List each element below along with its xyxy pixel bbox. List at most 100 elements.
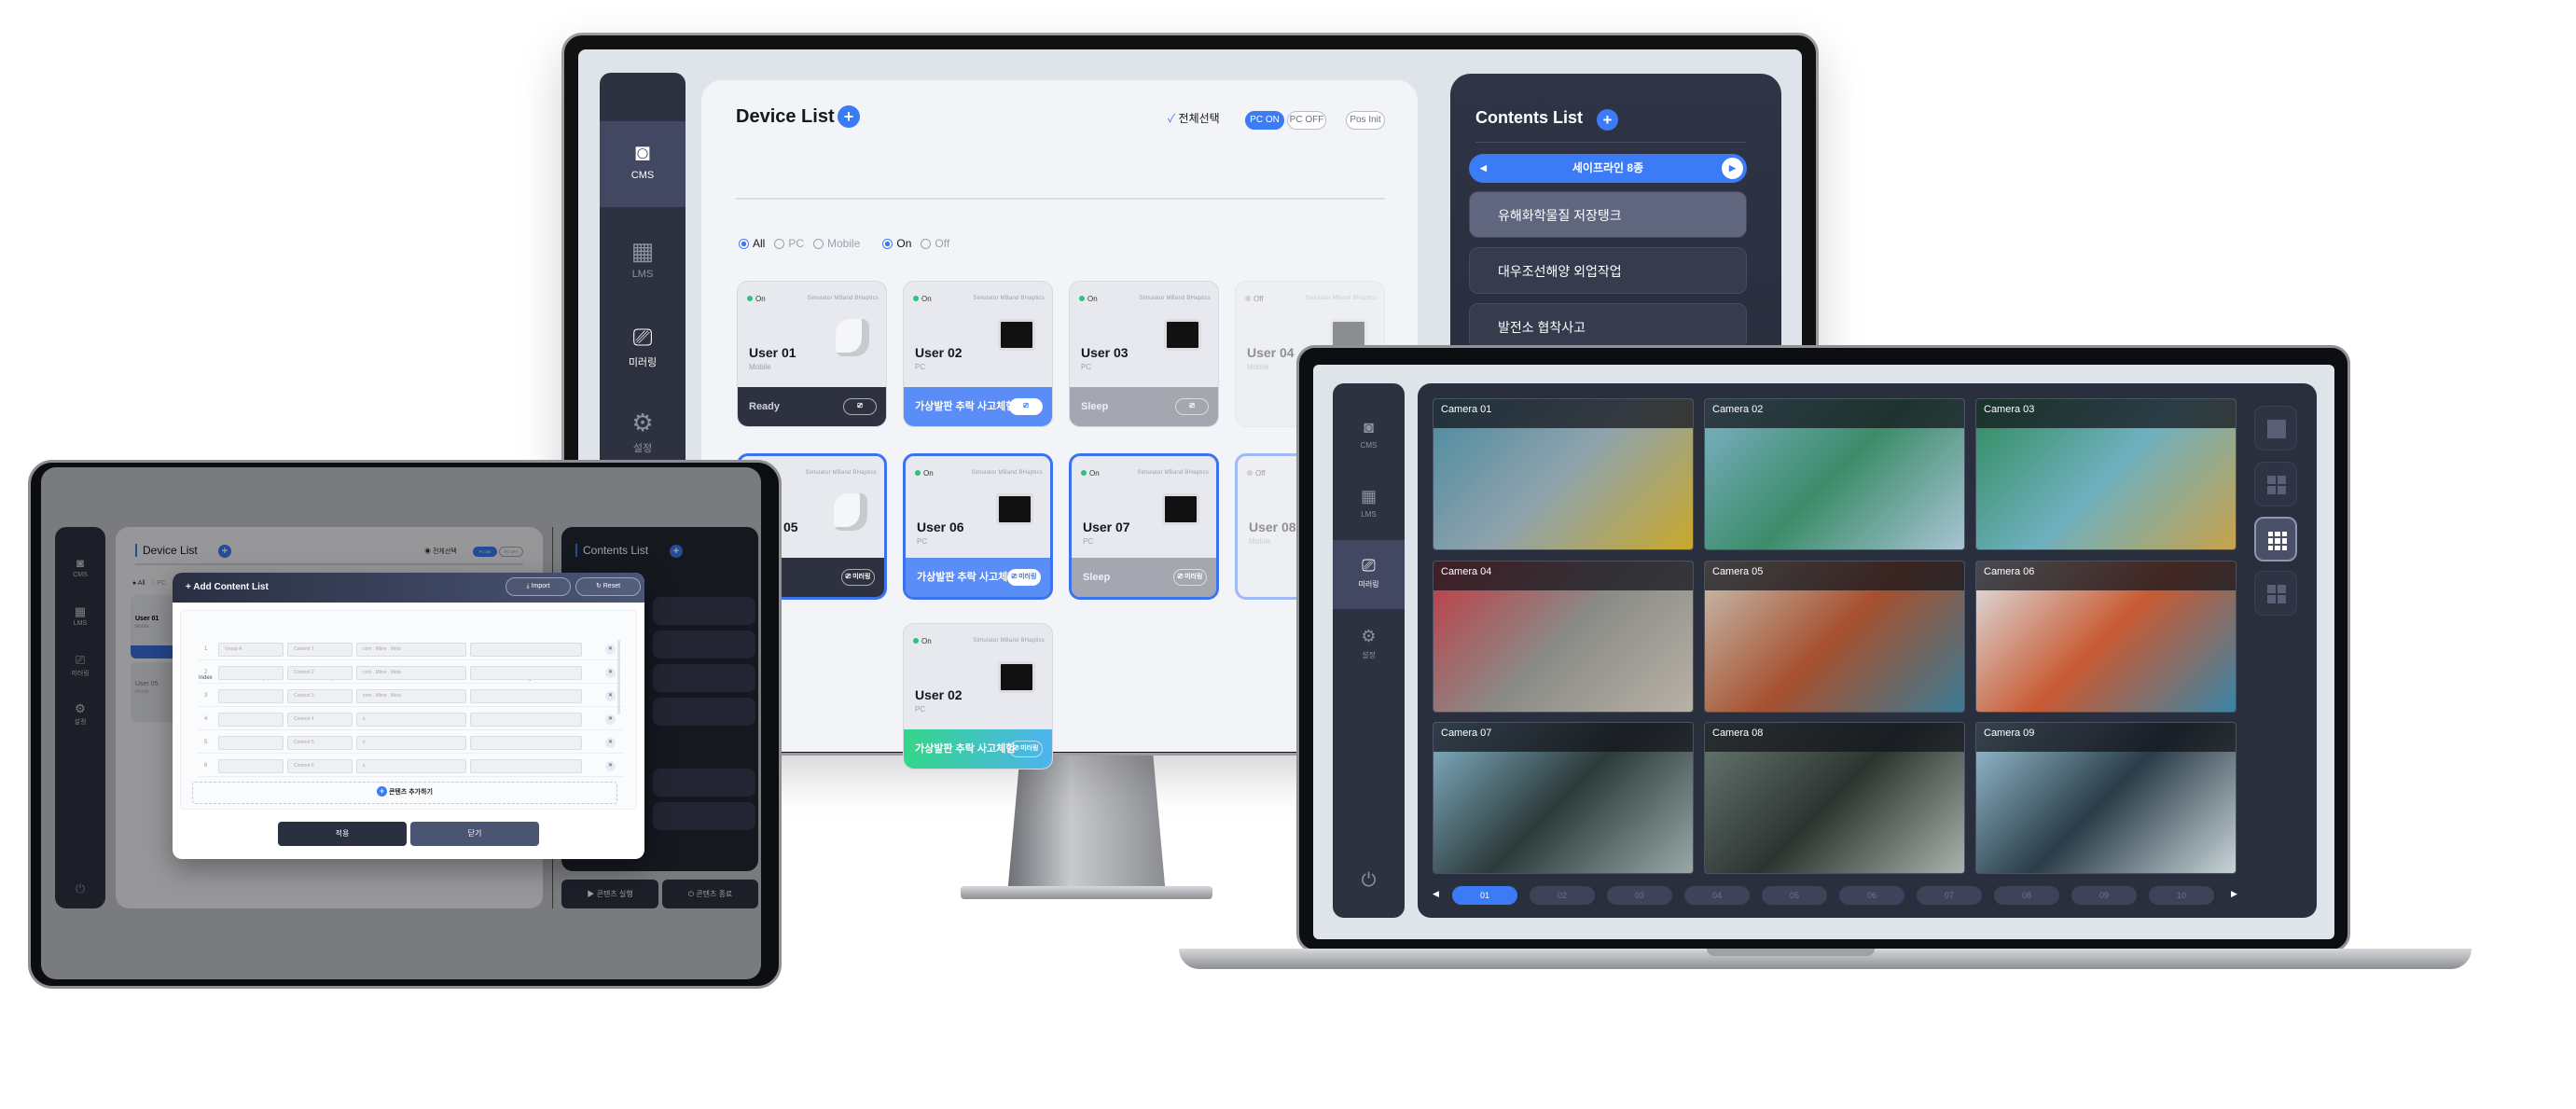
filter-on-radio[interactable]: On: [882, 237, 911, 250]
main-group-input[interactable]: [218, 713, 284, 727]
sub-group-input[interactable]: Content 6: [287, 759, 353, 773]
device-card[interactable]: On Simulator MBand BHaptics User 02 PC 가상발판 …: [903, 623, 1053, 769]
page-button[interactable]: 03: [1607, 886, 1672, 905]
remove-row-button[interactable]: ✕: [605, 645, 616, 655]
sidebar-item-lms[interactable]: ▦ LMS: [55, 605, 105, 627]
path-input[interactable]: [470, 759, 582, 773]
layout-3x3-button[interactable]: [2254, 517, 2297, 561]
sidebar-item-lms[interactable]: ▦ LMS: [1333, 488, 1405, 519]
pc-on-button[interactable]: PC ON: [473, 547, 497, 557]
select-all-checkbox[interactable]: ◉ 전체선택: [424, 547, 457, 556]
sidebar-item-mirroring[interactable]: ⎚ 미러링: [1333, 540, 1405, 609]
sidebar-item-settings[interactable]: ⚙ 설정: [1333, 628, 1405, 660]
remove-row-button[interactable]: ✕: [605, 691, 616, 701]
mirroring-toggle[interactable]: ⎚: [1009, 398, 1043, 415]
sidebar-item-mirroring[interactable]: ⎚ 미러링: [55, 654, 105, 678]
next-page-button[interactable]: ▶: [2231, 889, 2237, 899]
pc-on-button[interactable]: PC ON: [1245, 111, 1284, 130]
camera-feed[interactable]: Camera 05: [1704, 561, 1965, 713]
content-group[interactable]: [653, 698, 755, 726]
filter-all-radio[interactable]: ● All: [132, 580, 145, 587]
sub-group-input[interactable]: Content 4: [287, 713, 353, 727]
camera-feed[interactable]: Camera 03: [1975, 398, 2237, 550]
import-button[interactable]: ⤓ Import: [506, 577, 571, 596]
content-item[interactable]: 발전소 협착사고: [1469, 303, 1747, 350]
main-group-input[interactable]: [218, 689, 284, 703]
page-button[interactable]: 09: [2071, 886, 2137, 905]
page-button[interactable]: 10: [2149, 886, 2214, 905]
page-button[interactable]: 01: [1452, 886, 1517, 905]
pc-off-button[interactable]: PC OFF: [499, 547, 523, 557]
mirroring-toggle[interactable]: ⎚ 미러링: [1007, 569, 1041, 586]
add-device-button[interactable]: +: [218, 545, 231, 558]
device-card[interactable]: On Simulator MBand BHaptics User 02 PC 가상발판 …: [903, 281, 1053, 427]
main-group-input[interactable]: [218, 736, 284, 750]
page-button[interactable]: 07: [1917, 886, 1982, 905]
content-item[interactable]: [653, 664, 755, 692]
sidebar-item-settings[interactable]: ⚙ 설정: [600, 403, 686, 455]
camera-feed[interactable]: Camera 09: [1975, 722, 2237, 874]
reset-button[interactable]: ↻ Reset: [575, 577, 641, 596]
next-category-icon[interactable]: ▶: [1722, 158, 1743, 179]
power-button[interactable]: ⏻: [55, 881, 105, 896]
remove-row-button[interactable]: ✕: [605, 668, 616, 678]
mirroring-toggle[interactable]: ⎚: [843, 398, 877, 415]
page-button[interactable]: 05: [1762, 886, 1827, 905]
device-card[interactable]: On Simulator MBand BHaptics User 06 PC 가상발판 …: [903, 453, 1053, 600]
camera-feed[interactable]: Camera 04: [1433, 561, 1694, 713]
layout-custom-button[interactable]: [2254, 571, 2297, 616]
page-button[interactable]: 04: [1684, 886, 1750, 905]
layout-2x2-button[interactable]: [2254, 462, 2297, 506]
mirroring-toggle[interactable]: ⎚: [1175, 398, 1209, 415]
content-group[interactable]: [653, 802, 755, 830]
name-input[interactable]: s: [356, 736, 466, 750]
add-content-button[interactable]: +: [670, 545, 683, 558]
camera-feed[interactable]: Camera 08: [1704, 722, 1965, 874]
prev-page-button[interactable]: ◀: [1433, 889, 1439, 899]
filter-all-radio[interactable]: All: [739, 237, 765, 250]
prev-category-icon[interactable]: ◀: [1480, 154, 1487, 183]
device-card[interactable]: On Simulator MBand BHaptics User 07 PC Sleep…: [1069, 453, 1219, 600]
content-group[interactable]: [653, 769, 755, 797]
sub-group-input[interactable]: Content 2: [287, 666, 353, 680]
camera-feed[interactable]: Camera 01: [1433, 398, 1694, 550]
remove-row-button[interactable]: ✕: [605, 738, 616, 748]
main-group-input[interactable]: Gruop A: [218, 643, 284, 657]
add-device-button[interactable]: +: [838, 105, 860, 128]
add-content-button[interactable]: +: [1597, 109, 1618, 131]
camera-feed[interactable]: Camera 06: [1975, 561, 2237, 713]
run-content-button[interactable]: ▶ 콘텐츠 실행: [561, 880, 658, 908]
name-input[interactable]: s: [356, 713, 466, 727]
content-item[interactable]: [653, 597, 755, 625]
content-item[interactable]: [653, 631, 755, 658]
name-input[interactable]: s: [356, 759, 466, 773]
device-card[interactable]: On Simulator MBand BHaptics User 01 Mobile R…: [737, 281, 887, 427]
camera-feed[interactable]: Camera 02: [1704, 398, 1965, 550]
path-input[interactable]: [470, 713, 582, 727]
mirroring-toggle[interactable]: ⎚ 미러링: [1173, 569, 1207, 586]
sidebar-item-settings[interactable]: ⚙ 설정: [55, 702, 105, 727]
path-input[interactable]: [470, 736, 582, 750]
sub-group-input[interactable]: Content 5: [287, 736, 353, 750]
power-button[interactable]: ⏻: [1333, 870, 1405, 892]
filter-pc-radio[interactable]: ○ PC: [151, 580, 166, 587]
pos-init-button[interactable]: Pos Init: [1346, 111, 1385, 130]
sidebar-item-cms[interactable]: ◙ CMS: [1333, 419, 1405, 450]
add-row-button[interactable]: + 콘텐츠 추가하기: [192, 782, 617, 804]
table-scrollbar[interactable]: [617, 640, 620, 714]
path-input[interactable]: [470, 643, 582, 657]
sub-group-input[interactable]: Content 1: [287, 643, 353, 657]
content-category-selector[interactable]: ◀ 세이프라인 8종 ▶: [1469, 154, 1747, 183]
mirroring-toggle[interactable]: ⎚ 미러링: [841, 569, 875, 586]
path-input[interactable]: [470, 689, 582, 703]
filter-pc-radio[interactable]: PC: [774, 237, 804, 250]
page-button[interactable]: 08: [1994, 886, 2059, 905]
main-group-input[interactable]: [218, 666, 284, 680]
sidebar-item-lms[interactable]: ▦ LMS: [600, 231, 686, 280]
sidebar-item-cms[interactable]: ◙ CMS: [600, 121, 686, 207]
sidebar-item-mirroring[interactable]: ⎚ 미러링: [600, 317, 686, 369]
name-input[interactable]: com . Mline . Meta: [356, 689, 466, 703]
camera-feed[interactable]: Camera 07: [1433, 722, 1694, 874]
name-input[interactable]: com . Mline . Meta: [356, 666, 466, 680]
sub-group-input[interactable]: Content 3: [287, 689, 353, 703]
